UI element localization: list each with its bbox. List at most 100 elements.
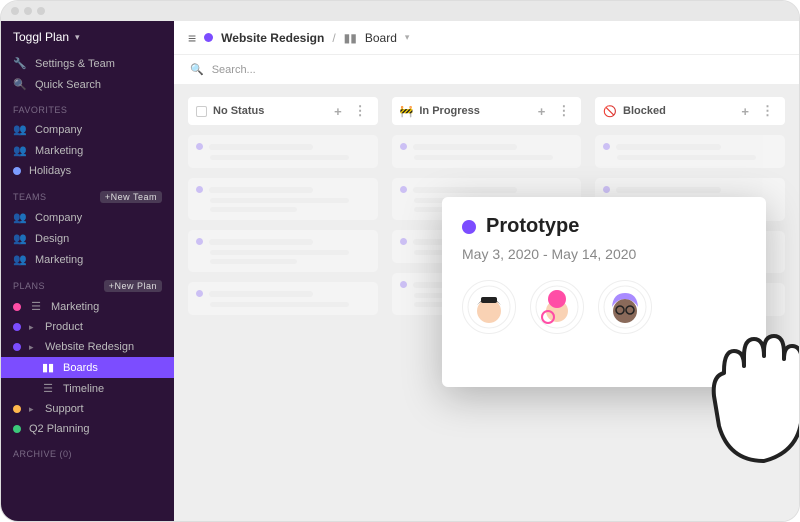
add-card-button[interactable]: + [331,104,345,119]
sidebar: Toggl Plan ▾ 🔧 Settings & Team 🔍 Quick S… [1,21,174,521]
sidebar-item-label: Q2 Planning [29,423,90,435]
search-placeholder: Search... [212,64,256,76]
sidebar-item-plan-website-redesign[interactable]: ▸ Website Redesign [1,337,174,357]
sidebar-item-label: Marketing [35,254,83,266]
avatar[interactable] [462,280,516,334]
breadcrumb-project[interactable]: Website Redesign [221,31,324,45]
new-team-button[interactable]: +New Team [100,191,162,203]
column-menu-button[interactable]: ⋮ [554,103,573,119]
archive-heading[interactable]: ARCHIVE (0) [1,439,174,463]
sidebar-item-marketing[interactable]: 👥 Marketing [1,140,174,161]
users-icon: 👥 [13,211,27,224]
breadcrumb-toolbar: ≡ Website Redesign / ▮▮ Board ▾ [174,21,799,55]
sidebar-item-team-company[interactable]: 👥 Company [1,207,174,228]
column-header: 🚫 Blocked + ⋮ [595,97,785,125]
avatar-illustration-icon [535,285,579,329]
sidebar-item-team-marketing[interactable]: 👥 Marketing [1,249,174,270]
board-card[interactable] [188,135,378,168]
column-menu-button[interactable]: ⋮ [351,103,370,119]
teams-heading: TEAMS +New Team [1,181,174,207]
caret-down-icon: ▾ [75,32,80,43]
timeline-icon: ☰ [29,300,43,313]
settings-team-link[interactable]: 🔧 Settings & Team [1,53,174,74]
card-date-range: May 3, 2020 - May 14, 2020 [462,246,746,262]
settings-label: Settings & Team [35,58,115,70]
quick-search-link[interactable]: 🔍 Quick Search [1,74,174,95]
traffic-light[interactable] [11,7,19,15]
blocked-icon: 🚫 [603,105,617,118]
column-header: No Status + ⋮ [188,97,378,125]
chevron-right-icon: ▸ [29,404,37,415]
search-icon: 🔍 [13,78,27,91]
sidebar-item-label: Boards [63,362,98,374]
plans-heading: PLANS +New Plan [1,270,174,296]
traffic-light[interactable] [37,7,45,15]
board-card[interactable] [188,282,378,315]
caret-down-icon[interactable]: ▾ [405,32,410,43]
board-icon: ▮▮ [344,31,357,45]
sidebar-item-label: Design [35,233,69,245]
add-card-button[interactable]: + [535,104,549,119]
app-brand-menu[interactable]: Toggl Plan ▾ [1,21,174,53]
sidebar-item-holidays[interactable]: Holidays [1,161,174,181]
users-icon: 👥 [13,144,27,157]
wrench-icon: 🔧 [13,57,27,70]
sidebar-item-label: Website Redesign [45,341,134,353]
square-icon [196,106,207,117]
plan-color-dot [13,323,21,331]
sidebar-item-boards[interactable]: ▮▮ Boards [1,357,174,378]
sidebar-item-plan-marketing[interactable]: ☰ Marketing [1,296,174,317]
new-plan-button[interactable]: +New Plan [104,280,162,292]
board-icon: ▮▮ [41,361,55,374]
sidebar-item-team-design[interactable]: 👥 Design [1,228,174,249]
users-icon: 👥 [13,123,27,136]
search-bar[interactable]: 🔍 Search... [174,55,799,85]
sidebar-item-label: Product [45,321,83,333]
board-card[interactable] [188,230,378,272]
traffic-light[interactable] [24,7,32,15]
avatar-illustration-icon [603,285,647,329]
menu-icon[interactable]: ≡ [188,30,196,46]
board-card[interactable] [188,178,378,220]
construction-icon: 🚧 [400,105,414,118]
chevron-right-icon: ▸ [29,342,37,353]
column-menu-button[interactable]: ⋮ [758,103,777,119]
column-header: 🚧 In Progress + ⋮ [392,97,582,125]
board-card[interactable] [595,135,785,168]
sidebar-item-label: Marketing [51,301,99,313]
column-title: No Status [213,105,264,117]
sidebar-item-label: Timeline [63,383,104,395]
breadcrumb-separator: / [332,31,335,45]
plan-color-dot [13,167,21,175]
sidebar-item-label: Support [45,403,84,415]
avatar[interactable] [530,280,584,334]
sidebar-item-plan-support[interactable]: ▸ Support [1,399,174,419]
sidebar-item-label: Marketing [35,145,83,157]
content-area: ≡ Website Redesign / ▮▮ Board ▾ 🔍 Search… [174,21,799,521]
search-icon: 🔍 [190,63,204,76]
card-title: Prototype [486,215,579,238]
sidebar-item-plan-product[interactable]: ▸ Product [1,317,174,337]
app-window: Toggl Plan ▾ 🔧 Settings & Team 🔍 Quick S… [0,0,800,522]
sidebar-item-label: Company [35,124,82,136]
avatar-illustration-icon [467,285,511,329]
add-card-button[interactable]: + [738,104,752,119]
window-titlebar [1,1,799,21]
board-card[interactable] [392,135,582,168]
sidebar-item-timeline[interactable]: ☰ Timeline [1,378,174,399]
plan-color-dot [204,33,213,42]
sidebar-item-company[interactable]: 👥 Company [1,119,174,140]
breadcrumb-view[interactable]: Board [365,31,397,45]
board-column-no-status: No Status + ⋮ [188,97,378,509]
plan-color-dot [13,343,21,351]
users-icon: 👥 [13,253,27,266]
status-dot-icon [462,220,476,234]
app-name: Toggl Plan [13,30,69,44]
plan-color-dot [13,425,21,433]
favorites-heading: FAVORITES [1,95,174,119]
card-detail-popover[interactable]: Prototype May 3, 2020 - May 14, 2020 [442,197,766,387]
card-assignees [462,280,746,334]
column-title: In Progress [419,105,480,117]
avatar[interactable] [598,280,652,334]
sidebar-item-plan-q2-planning[interactable]: Q2 Planning [1,419,174,439]
